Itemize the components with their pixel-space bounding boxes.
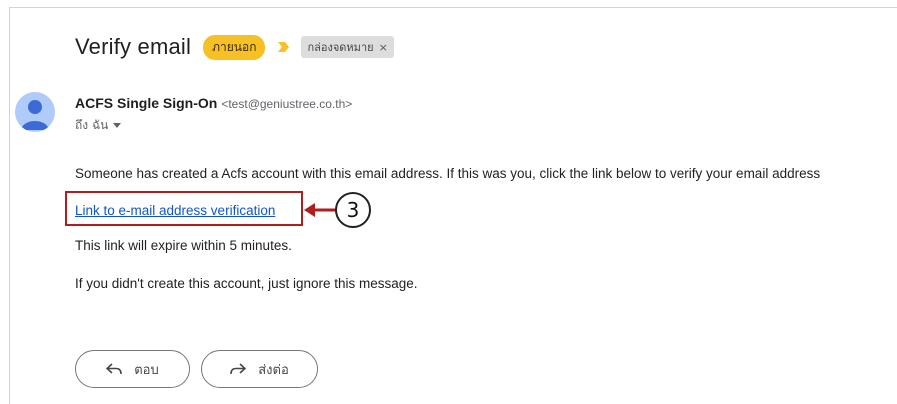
reply-label: ตอบ <box>134 362 159 378</box>
external-label-badge[interactable]: ภายนอก <box>203 34 266 60</box>
sender-name[interactable]: ACFS Single Sign-On <box>75 95 217 111</box>
inbox-label-text: กล่องจดหมาย <box>307 41 374 54</box>
reply-icon <box>106 363 123 375</box>
body-line-4: If you didn't create this account, just … <box>75 276 418 291</box>
sender-avatar <box>15 92 55 132</box>
dropdown-caret-icon[interactable] <box>113 123 122 128</box>
recipient-details-toggle[interactable]: ถึง ฉัน <box>75 116 122 135</box>
sender-row: ACFS Single Sign-On <test@geniustree.co.… <box>75 95 352 111</box>
person-avatar-icon <box>21 100 49 130</box>
reply-button[interactable]: ตอบ <box>75 350 190 388</box>
forward-label: ส่งต่อ <box>258 362 289 378</box>
annotation-highlight-box <box>65 191 303 226</box>
inbox-label-chip[interactable]: กล่องจดหมาย × <box>301 36 394 58</box>
subject-row: Verify email ภายนอก กล่องจดหมาย × <box>75 33 394 61</box>
forward-button[interactable]: ส่งต่อ <box>201 350 318 388</box>
remove-label-icon[interactable]: × <box>379 41 388 54</box>
annotation-arrow-icon <box>304 203 336 217</box>
email-subject: Verify email <box>75 34 192 59</box>
body-line-3: This link will expire within 5 minutes. <box>75 238 292 253</box>
recipient-text: ถึง ฉัน <box>75 118 109 132</box>
forward-icon <box>230 363 247 375</box>
sender-email: <test@geniustree.co.th> <box>221 97 353 111</box>
importance-marker-icon[interactable] <box>277 40 291 54</box>
annotation-step-number: 3 <box>335 192 371 228</box>
body-line-1: Someone has created a Acfs account with … <box>75 166 821 181</box>
